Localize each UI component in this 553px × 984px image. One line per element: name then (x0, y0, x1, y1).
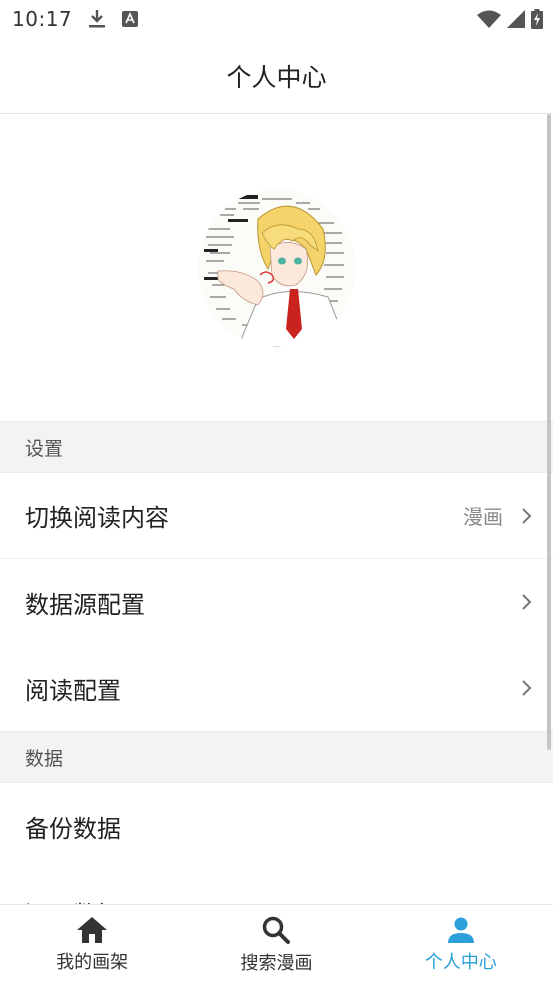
section-header-settings: 设置 (0, 421, 553, 473)
menu-item-label: 切换阅读内容 (25, 504, 169, 532)
menu-item-backup[interactable]: 备份数据 (0, 783, 553, 869)
status-time: 10:17 (12, 7, 73, 31)
menu-item-label: 阅读配置 (25, 676, 121, 705)
person-icon (447, 917, 474, 943)
bottom-nav: 我的画架 搜索漫画 个人中心 (0, 904, 553, 984)
search-icon (263, 916, 291, 944)
cell-signal-icon (507, 10, 525, 28)
section-header-data: 数据 (0, 731, 553, 783)
anime-character-avatar (197, 189, 356, 347)
download-icon (89, 10, 106, 28)
menu-item-value: 漫画 (463, 505, 503, 529)
section-label: 设置 (25, 437, 64, 460)
nav-label: 搜索漫画 (240, 952, 313, 974)
menu-item-reading-config[interactable]: 阅读配置 (0, 645, 553, 731)
profile-area (0, 114, 553, 422)
avatar[interactable] (197, 189, 356, 347)
nav-item-search[interactable]: 搜索漫画 (184, 905, 368, 984)
nav-item-bookshelf[interactable]: 我的画架 (0, 905, 184, 984)
chevron-right-icon (522, 680, 532, 696)
battery-charging-icon (531, 9, 543, 29)
menu-item-switch-content[interactable]: 切换阅读内容 漫画 (0, 473, 553, 559)
wifi-icon (477, 10, 501, 28)
app-header: 个人中心 (0, 38, 553, 114)
section-label: 数据 (25, 747, 64, 770)
menu-item-data-source[interactable]: 数据源配置 (0, 559, 553, 645)
nav-label: 我的画架 (56, 951, 129, 973)
nav-label: 个人中心 (424, 951, 497, 973)
home-icon (77, 916, 108, 943)
page-title: 个人中心 (226, 62, 327, 92)
menu-item-label: 备份数据 (25, 814, 121, 843)
chevron-right-icon (522, 507, 532, 524)
a-badge-icon (122, 11, 139, 27)
status-bar: 10:17 (0, 0, 553, 38)
scrollbar[interactable] (547, 114, 551, 750)
chevron-right-icon (522, 594, 532, 610)
nav-item-profile[interactable]: 个人中心 (369, 905, 553, 984)
menu-item-label: 数据源配置 (25, 590, 145, 619)
